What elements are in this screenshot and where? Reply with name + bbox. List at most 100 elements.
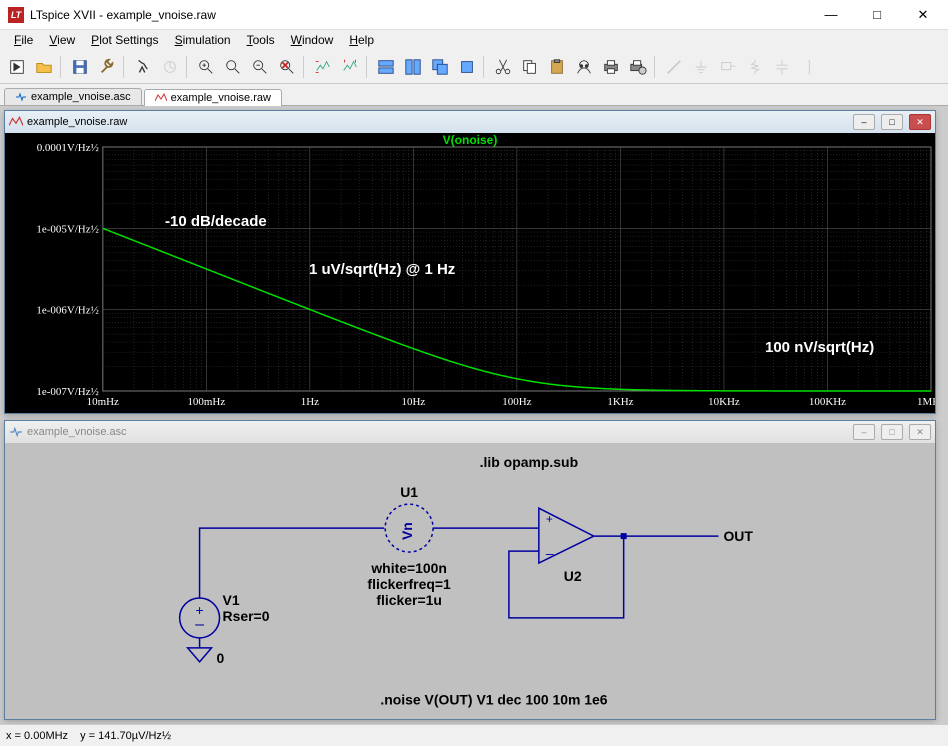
new-schematic-button[interactable] xyxy=(4,54,30,80)
plot-window[interactable]: example_vnoise.raw – □ ✕ 10mHz100mHz1Hz1… xyxy=(4,110,936,414)
schematic-icon xyxy=(15,91,27,103)
menu-plotsettings[interactable]: Plot Settings xyxy=(83,31,166,49)
toolbar xyxy=(0,50,948,84)
menu-view[interactable]: View xyxy=(41,31,83,49)
menu-tools[interactable]: Tools xyxy=(239,31,283,49)
svg-text:100mHz: 100mHz xyxy=(187,396,225,408)
plot-area[interactable]: 10mHz100mHz1Hz10Hz100Hz1KHz10KHz100KHz1M… xyxy=(5,133,935,413)
trace-label[interactable]: V(onoise) xyxy=(443,133,498,147)
directive-noise: .noise V(OUT) V1 dec 100 10m 1e6 xyxy=(380,692,607,708)
cut-button[interactable] xyxy=(490,54,516,80)
svg-text:100KHz: 100KHz xyxy=(809,396,846,408)
child-minimize-button[interactable]: – xyxy=(853,114,875,130)
svg-text:0.0001V/Hz½: 0.0001V/Hz½ xyxy=(37,142,99,154)
plot-window-title: example_vnoise.raw xyxy=(27,116,127,128)
paste-button[interactable] xyxy=(544,54,570,80)
tab-raw[interactable]: example_vnoise.raw xyxy=(144,89,282,106)
menu-simulation[interactable]: Simulation xyxy=(167,31,239,49)
menu-file[interactable]: File xyxy=(6,31,41,49)
tile-vert-button[interactable] xyxy=(400,54,426,80)
wire-v1-to-vn xyxy=(200,528,385,598)
directive-lib: .lib opamp.sub xyxy=(480,454,578,470)
statusbar: x = 0.00MHz y = 141.70µV/Hz½ xyxy=(0,724,948,746)
schematic-svg: .lib opamp.sub .noise V(OUT) V1 dec 100 … xyxy=(5,443,935,719)
maximize-button[interactable]: □ xyxy=(854,1,900,29)
menu-help[interactable]: Help xyxy=(341,31,382,49)
svg-text:flicker=1u: flicker=1u xyxy=(376,592,442,608)
zoom-area-button[interactable] xyxy=(193,54,219,80)
component-v1: + – V1 Rser=0 xyxy=(180,592,270,638)
svg-text:1e-005V/Hz½: 1e-005V/Hz½ xyxy=(36,223,98,235)
schematic-canvas[interactable]: .lib opamp.sub .noise V(OUT) V1 dec 100 … xyxy=(5,443,935,719)
svg-text:V1: V1 xyxy=(223,592,240,608)
save-button[interactable] xyxy=(67,54,93,80)
draw-wire-button[interactable] xyxy=(661,54,687,80)
cascade-button[interactable] xyxy=(427,54,453,80)
svg-text:U1: U1 xyxy=(400,484,418,500)
app-icon: LT xyxy=(8,7,24,23)
print-button[interactable] xyxy=(598,54,624,80)
child-close-button[interactable]: ✕ xyxy=(909,424,931,440)
closeall-button[interactable] xyxy=(454,54,480,80)
svg-text:flickerfreq=1: flickerfreq=1 xyxy=(367,576,451,592)
autorange-y-button[interactable] xyxy=(310,54,336,80)
svg-text:0: 0 xyxy=(217,650,225,666)
menubar: File View Plot Settings Simulation Tools… xyxy=(0,30,948,50)
child-minimize-button[interactable]: – xyxy=(853,424,875,440)
inductor-button[interactable] xyxy=(796,54,822,80)
tab-asc[interactable]: example_vnoise.asc xyxy=(4,88,142,105)
zoom-out-button[interactable] xyxy=(247,54,273,80)
svg-text:Vn: Vn xyxy=(399,522,415,540)
svg-text:1MHz: 1MHz xyxy=(917,396,935,408)
open-button[interactable] xyxy=(31,54,57,80)
label-net-button[interactable] xyxy=(715,54,741,80)
print-setup-button[interactable] xyxy=(625,54,651,80)
mdi-client: example_vnoise.raw – □ ✕ 10mHz100mHz1Hz1… xyxy=(0,106,948,724)
svg-text:+: + xyxy=(546,512,553,526)
svg-text:–: – xyxy=(546,545,554,561)
anno-flicker: 1 uV/sqrt(Hz) @ 1 Hz xyxy=(309,261,455,278)
zoom-fit-button[interactable] xyxy=(274,54,300,80)
close-button[interactable]: ✕ xyxy=(900,1,946,29)
run-button[interactable] xyxy=(130,54,156,80)
schem-window-titlebar[interactable]: example_vnoise.asc – □ ✕ xyxy=(5,421,935,443)
document-tabs: example_vnoise.asc example_vnoise.raw xyxy=(0,84,948,106)
schematic-window[interactable]: example_vnoise.asc – □ ✕ .lib opamp.sub … xyxy=(4,420,936,720)
svg-text:10Hz: 10Hz xyxy=(402,396,426,408)
menu-window[interactable]: Window xyxy=(283,31,342,49)
zoom-back-button[interactable] xyxy=(220,54,246,80)
resistor-button[interactable] xyxy=(742,54,768,80)
window-title: LTspice XVII - example_vnoise.raw xyxy=(30,8,808,22)
svg-text:100Hz: 100Hz xyxy=(502,396,531,408)
svg-text:1e-007V/Hz½: 1e-007V/Hz½ xyxy=(36,386,98,398)
autorange-x-button[interactable] xyxy=(337,54,363,80)
svg-text:1KHz: 1KHz xyxy=(607,396,633,408)
capacitor-button[interactable] xyxy=(769,54,795,80)
halt-button[interactable] xyxy=(157,54,183,80)
schem-window-title: example_vnoise.asc xyxy=(27,426,127,438)
status-y: y = 141.70µV/Hz½ xyxy=(80,730,171,742)
status-x: x = 0.00MHz xyxy=(6,730,68,742)
svg-text:1e-006V/Hz½: 1e-006V/Hz½ xyxy=(36,305,98,317)
child-close-button[interactable]: ✕ xyxy=(909,114,931,130)
svg-text:Rser=0: Rser=0 xyxy=(223,608,270,624)
net-label-out: OUT xyxy=(723,528,753,544)
tile-horz-button[interactable] xyxy=(373,54,399,80)
tab-asc-label: example_vnoise.asc xyxy=(31,91,131,103)
copy-button[interactable] xyxy=(517,54,543,80)
child-maximize-button[interactable]: □ xyxy=(881,424,903,440)
titlebar[interactable]: LT LTspice XVII - example_vnoise.raw — □… xyxy=(0,0,948,30)
ground-symbol: 0 xyxy=(188,638,225,666)
tools-button[interactable] xyxy=(94,54,120,80)
child-maximize-button[interactable]: □ xyxy=(881,114,903,130)
component-u2: + – U2 xyxy=(539,508,594,584)
waveform-icon xyxy=(155,92,167,104)
plot-window-titlebar[interactable]: example_vnoise.raw – □ ✕ xyxy=(5,111,935,133)
junction-dot xyxy=(621,533,627,539)
waveform-icon xyxy=(9,115,23,129)
schematic-icon xyxy=(9,425,23,439)
svg-text:U2: U2 xyxy=(564,568,582,584)
minimize-button[interactable]: — xyxy=(808,1,854,29)
ground-button[interactable] xyxy=(688,54,714,80)
find-button[interactable] xyxy=(571,54,597,80)
